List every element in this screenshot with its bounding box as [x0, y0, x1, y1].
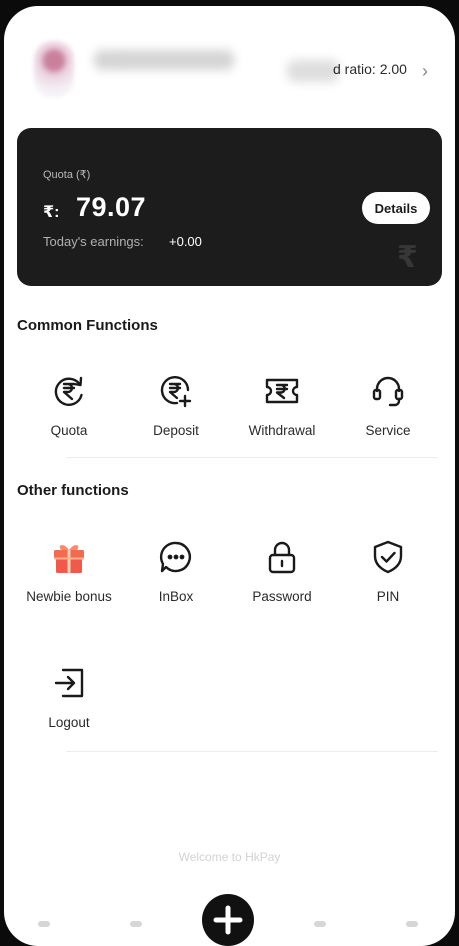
function-inbox[interactable]: InBox	[126, 539, 226, 604]
nav-orders-icon[interactable]	[130, 921, 142, 927]
username	[94, 50, 234, 70]
function-logout[interactable]: Logout	[19, 665, 119, 730]
function-withdrawal[interactable]: Withdrawal	[232, 373, 332, 438]
section-divider	[66, 751, 438, 752]
ratio-text[interactable]: d ratio: 2.00	[333, 61, 407, 77]
function-label: PIN	[376, 589, 400, 604]
function-label: Quota	[50, 423, 88, 438]
function-password[interactable]: Password	[232, 539, 332, 604]
add-button[interactable]	[202, 894, 254, 946]
function-label: Password	[252, 589, 312, 604]
plus-icon	[213, 905, 243, 935]
card-watermark-icon: ₹	[397, 241, 418, 274]
shield-check-icon	[370, 539, 406, 575]
rupee-plus-icon	[158, 373, 194, 409]
chat-bubble-icon	[158, 539, 194, 575]
balance-amount: 79.07	[76, 192, 147, 222]
function-service[interactable]: Service	[338, 373, 438, 438]
welcome-text: Welcome to HkPay	[178, 850, 281, 864]
function-label: InBox	[158, 589, 194, 604]
details-button[interactable]: Details	[362, 192, 430, 224]
gift-icon	[51, 539, 87, 575]
function-newbie-bonus[interactable]: Newbie bonus	[19, 539, 119, 604]
nav-profile-icon[interactable]	[406, 921, 418, 927]
headset-icon	[370, 373, 406, 409]
function-label: Service	[365, 423, 411, 438]
app-screen: d ratio: 2.00 › Quota (₹) ₹: 79.07 Today…	[4, 6, 455, 946]
profile-header: d ratio: 2.00 ›	[4, 6, 455, 116]
function-quota[interactable]: Quota	[19, 373, 119, 438]
function-label: Withdrawal	[248, 423, 316, 438]
rupee-refresh-icon	[51, 373, 87, 409]
logout-icon	[51, 665, 87, 701]
balance-card: Quota (₹) ₹: 79.07 Today's earnings: +0.…	[17, 128, 442, 286]
function-label: Logout	[48, 715, 90, 730]
nav-home-icon[interactable]	[38, 921, 50, 927]
function-label: Deposit	[153, 423, 199, 438]
function-deposit[interactable]: Deposit	[126, 373, 226, 438]
function-pin[interactable]: PIN	[338, 539, 438, 604]
currency-symbol: ₹:	[43, 204, 60, 221]
rupee-ticket-icon	[264, 373, 300, 409]
lock-icon	[264, 539, 300, 575]
earnings-value: +0.00	[169, 234, 202, 249]
avatar[interactable]	[34, 41, 74, 97]
common-functions-title: Common Functions	[17, 317, 158, 334]
nav-messages-icon[interactable]	[314, 921, 326, 927]
quota-label: Quota (₹)	[43, 169, 91, 181]
ratio-label-blurred	[287, 60, 339, 82]
section-divider	[66, 457, 438, 458]
function-label: Newbie bonus	[26, 589, 112, 604]
chevron-right-icon[interactable]: ›	[422, 62, 428, 80]
earnings-label: Today's earnings:	[43, 234, 144, 249]
other-functions-title: Other functions	[17, 482, 129, 499]
